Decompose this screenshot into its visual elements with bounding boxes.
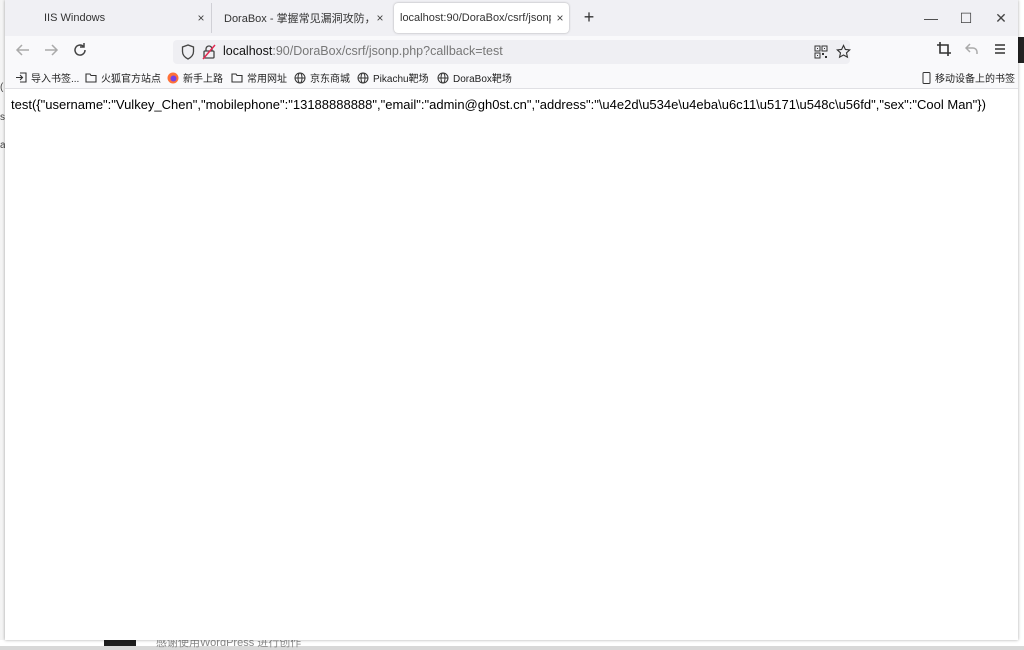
- firefox-icon: [167, 72, 179, 84]
- insecure-lock-icon[interactable]: [202, 44, 216, 65]
- mobile-bookmarks[interactable]: 移动设备上的书签: [922, 70, 1015, 85]
- tab-close-icon[interactable]: ×: [551, 11, 569, 25]
- bookmark-pikachu[interactable]: Pikachu靶场: [357, 70, 429, 85]
- folder-icon: [231, 72, 243, 83]
- url-host: localhost: [223, 44, 273, 58]
- tab-title: DoraBox - 掌握常见漏洞攻防，快速: [224, 13, 371, 25]
- bookmark-label: 新手上路: [183, 74, 223, 85]
- bookmark-common-sites[interactable]: 常用网址: [231, 70, 287, 85]
- background-dark-block: [1018, 37, 1024, 63]
- address-bar[interactable]: localhost:90/DoraBox/csrf/jsonp.php?call…: [173, 40, 851, 65]
- reload-icon[interactable]: [71, 42, 89, 60]
- crop-screenshot-icon[interactable]: [935, 42, 953, 60]
- back-arrow-icon[interactable]: [14, 42, 32, 60]
- globe-icon: [357, 72, 369, 84]
- bookmark-label: 常用网址: [247, 74, 287, 85]
- shield-icon[interactable]: [181, 44, 195, 65]
- bookmark-jd[interactable]: 京东商城: [294, 70, 350, 85]
- import-icon: [15, 72, 27, 83]
- navigation-bar: localhost:90/DoraBox/csrf/jsonp.php?call…: [5, 36, 1018, 66]
- globe-icon: [437, 72, 449, 84]
- background-bottom-edge: [0, 640, 1024, 646]
- bookmark-import[interactable]: 导入书签...: [15, 70, 79, 85]
- bookmarks-bar: 导入书签... 火狐官方站点 新手上路 常用网址 京东商城 Pikachu靶场 …: [5, 66, 1018, 89]
- menu-icon[interactable]: [991, 42, 1009, 60]
- tab-iis-windows[interactable]: IIS Windows ×: [32, 3, 210, 33]
- new-tab-button[interactable]: +: [579, 8, 599, 28]
- background-dark-block: [104, 640, 136, 646]
- forward-arrow-icon[interactable]: [42, 42, 60, 60]
- tab-title: IIS Windows: [44, 12, 106, 24]
- bookmark-label: 火狐官方站点: [101, 74, 161, 85]
- page-content: test({"username":"Vulkey_Chen","mobileph…: [5, 89, 1018, 640]
- globe-icon: [294, 72, 306, 84]
- background-glyph: (: [0, 82, 4, 93]
- tab-close-icon[interactable]: ×: [192, 11, 210, 25]
- maximize-button[interactable]: ☐: [956, 10, 976, 26]
- undo-icon[interactable]: [963, 42, 981, 60]
- bookmark-label: Pikachu靶场: [373, 74, 429, 85]
- bookmark-label: DoraBox靶场: [453, 74, 512, 85]
- jsonp-response-text: test({"username":"Vulkey_Chen","mobileph…: [11, 97, 986, 112]
- tab-dorabox[interactable]: DoraBox - 掌握常见漏洞攻防，快速 ×: [211, 3, 389, 33]
- qr-code-icon[interactable]: [814, 45, 828, 64]
- minimize-button[interactable]: —: [921, 10, 941, 26]
- tab-jsonp-active[interactable]: localhost:90/DoraBox/csrf/jsonp.p ×: [394, 3, 569, 33]
- tab-strip: IIS Windows × DoraBox - 掌握常见漏洞攻防，快速 × lo…: [5, 0, 1018, 36]
- folder-icon: [85, 72, 97, 83]
- bookmark-firefox-site[interactable]: 火狐官方站点: [85, 70, 161, 85]
- close-window-button[interactable]: ✕: [991, 10, 1011, 26]
- bookmark-label: 京东商城: [310, 74, 350, 85]
- url-path: :90/DoraBox/csrf/jsonp.php?callback=test: [272, 44, 503, 58]
- bookmark-label: 导入书签...: [31, 74, 80, 85]
- bookmark-star-icon[interactable]: [836, 44, 851, 64]
- mobile-bookmarks-label: 移动设备上的书签: [935, 74, 1015, 85]
- tab-close-icon[interactable]: ×: [371, 11, 389, 25]
- bookmark-getting-started[interactable]: 新手上路: [167, 70, 223, 85]
- tab-title: localhost:90/DoraBox/csrf/jsonp.p: [400, 12, 551, 24]
- bookmark-dorabox[interactable]: DoraBox靶场: [437, 70, 512, 85]
- url-text[interactable]: localhost:90/DoraBox/csrf/jsonp.php?call…: [223, 44, 503, 58]
- browser-window: IIS Windows × DoraBox - 掌握常见漏洞攻防，快速 × lo…: [5, 0, 1018, 640]
- mobile-device-icon: [922, 72, 931, 84]
- background-right-edge: [1018, 0, 1024, 646]
